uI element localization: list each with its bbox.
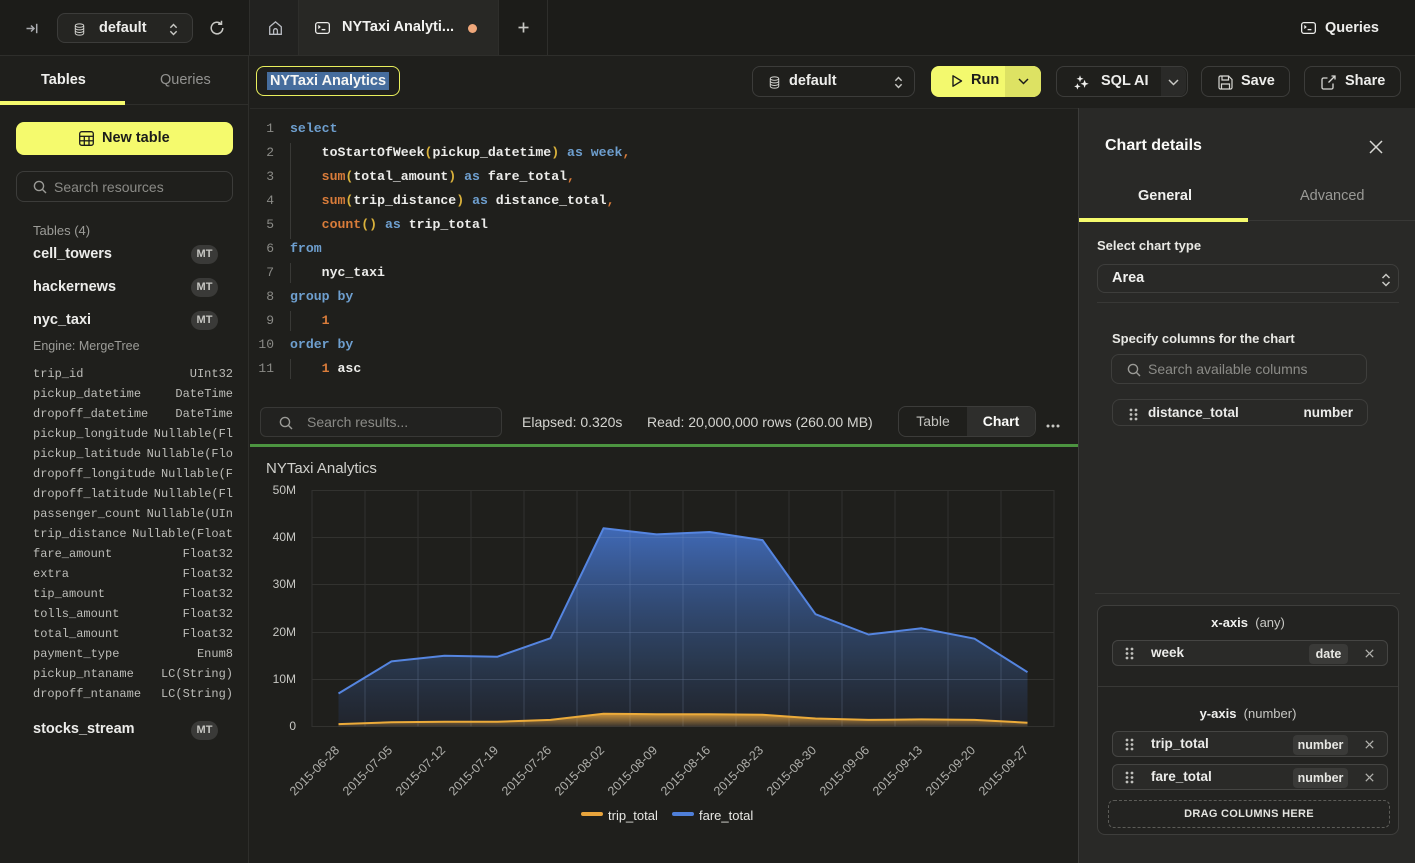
svg-text:2015-08-30: 2015-08-30 (764, 743, 819, 798)
svg-text:2015-08-23: 2015-08-23 (711, 743, 766, 798)
svg-text:fare_total: fare_total (699, 808, 753, 823)
svg-text:2015-06-28: 2015-06-28 (287, 743, 342, 798)
svg-text:trip_total: trip_total (608, 808, 658, 823)
svg-text:2015-09-06: 2015-09-06 (817, 743, 872, 798)
svg-text:10M: 10M (273, 672, 296, 686)
svg-text:2015-08-02: 2015-08-02 (552, 743, 607, 798)
svg-text:2015-07-05: 2015-07-05 (340, 743, 395, 798)
svg-text:30M: 30M (273, 577, 296, 591)
svg-text:40M: 40M (273, 530, 296, 544)
svg-text:2015-08-09: 2015-08-09 (605, 743, 660, 798)
svg-text:2015-09-20: 2015-09-20 (923, 743, 978, 798)
svg-text:2015-07-26: 2015-07-26 (499, 743, 554, 798)
svg-text:2015-09-27: 2015-09-27 (976, 743, 1031, 798)
svg-text:20M: 20M (273, 625, 296, 639)
svg-text:2015-07-12: 2015-07-12 (393, 743, 448, 798)
svg-text:50M: 50M (273, 483, 296, 497)
svg-text:2015-07-19: 2015-07-19 (446, 743, 501, 798)
svg-text:2015-09-13: 2015-09-13 (870, 743, 925, 798)
svg-text:2015-08-16: 2015-08-16 (658, 743, 713, 798)
svg-text:0: 0 (289, 719, 296, 733)
